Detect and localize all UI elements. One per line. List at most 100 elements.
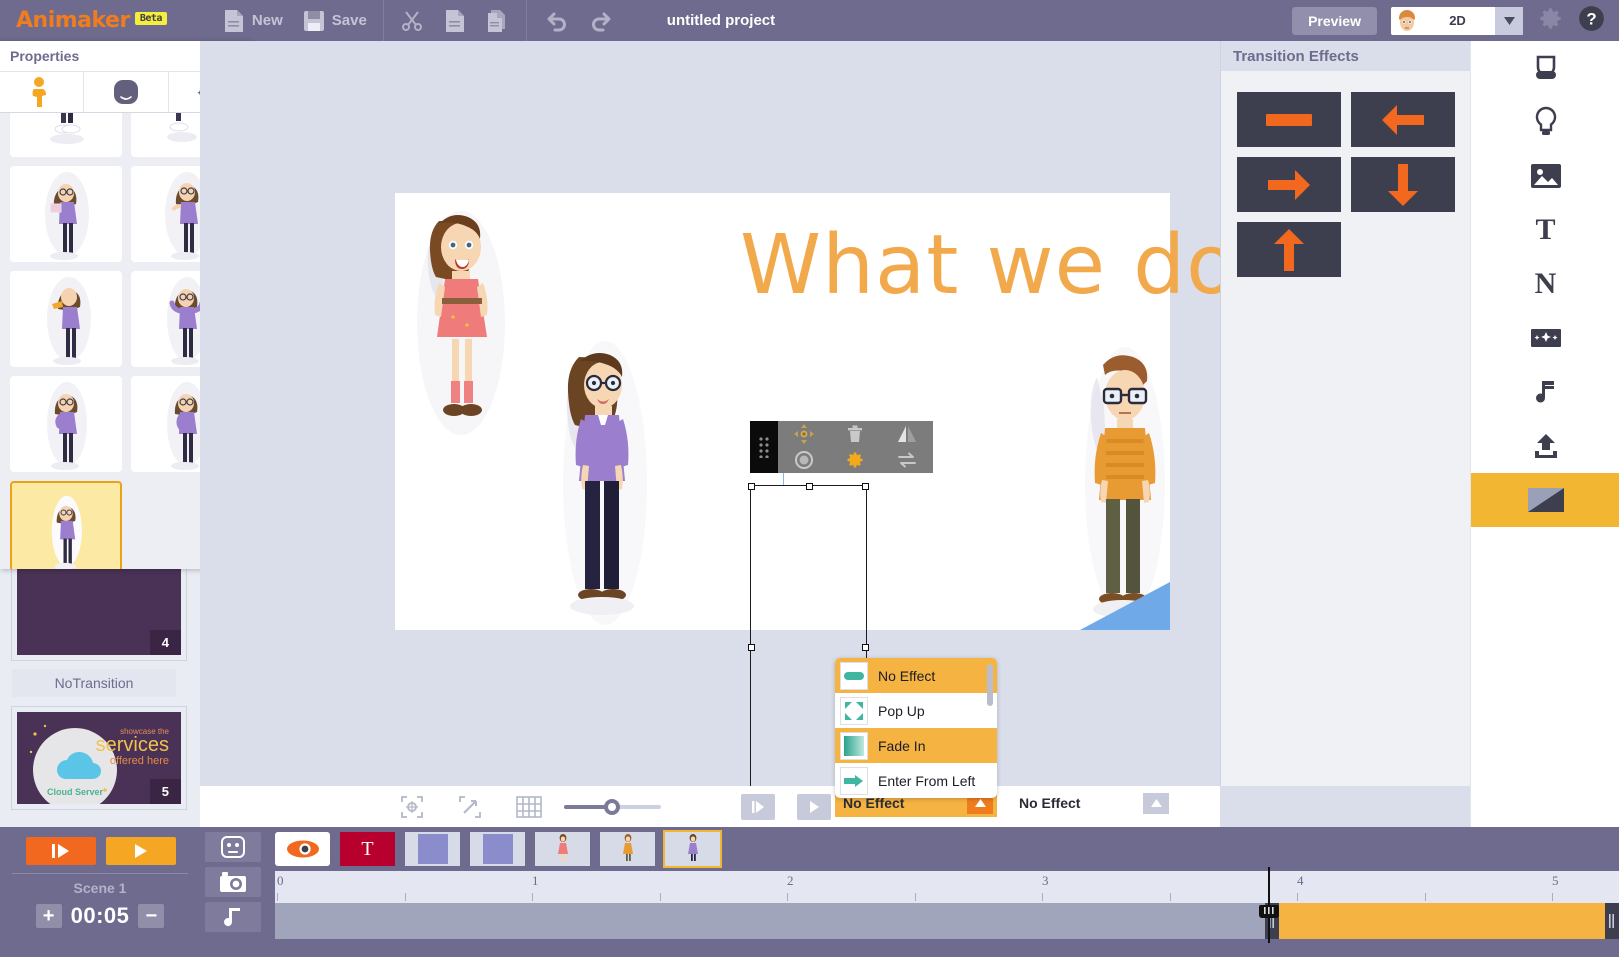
handle-tr[interactable]	[862, 483, 869, 490]
effect-dropdown-scrollbar[interactable]	[987, 664, 993, 706]
decrease-duration-button[interactable]: −	[138, 904, 164, 928]
handle-ml[interactable]	[748, 644, 755, 651]
save-button[interactable]: Save	[293, 0, 377, 41]
transition-slide-down-card[interactable]	[1351, 157, 1455, 212]
rail-music[interactable]	[1471, 365, 1619, 419]
transition-slide-up-card[interactable]	[1237, 222, 1341, 277]
move-icon[interactable]	[778, 421, 830, 447]
timeline-object-text[interactable]: T	[340, 832, 395, 866]
paste-icon	[486, 9, 510, 33]
cut-button[interactable]	[390, 0, 434, 41]
step-preview-button[interactable]	[741, 794, 775, 820]
tab-character[interactable]	[0, 72, 84, 112]
copy-button[interactable]	[434, 0, 476, 41]
character-icon-orange	[620, 834, 636, 864]
new-button[interactable]: New	[213, 0, 293, 41]
effect-option-no-effect[interactable]: No Effect	[835, 658, 997, 693]
exit-effect-select[interactable]: No Effect	[1011, 789, 1173, 817]
preview-button[interactable]: Preview	[1292, 7, 1377, 35]
pose-cell-6[interactable]	[10, 376, 122, 472]
handle-tl[interactable]	[748, 483, 755, 490]
page-title[interactable]: What we do	[740, 218, 1220, 313]
fit-to-screen-button[interactable]	[400, 795, 424, 819]
timeline-side-toggles	[200, 827, 263, 957]
pose-cell-0[interactable]	[10, 113, 122, 157]
redo-button[interactable]	[579, 0, 625, 41]
effect-option-enter-from-left[interactable]: Enter From Left	[835, 763, 997, 798]
timeline-object-shape-1[interactable]	[405, 832, 460, 866]
timeline-object-shape-2[interactable]	[470, 832, 525, 866]
rail-upload[interactable]	[1471, 419, 1619, 473]
timeline-object-char-2[interactable]	[600, 832, 655, 866]
canvas[interactable]: What we do	[395, 193, 1170, 630]
no-effect-icon	[840, 662, 868, 690]
timeline-clip[interactable]	[1265, 903, 1619, 939]
grid-button[interactable]	[516, 796, 542, 818]
record-icon[interactable]	[778, 447, 830, 473]
paste-button[interactable]	[476, 0, 520, 41]
timeline-track[interactable]	[275, 903, 1619, 939]
stars-icon	[1531, 329, 1561, 347]
camera-icon	[219, 871, 247, 893]
scene-thumbnail-4[interactable]: 4	[12, 558, 186, 660]
rail-images[interactable]	[1471, 149, 1619, 203]
rail-characters[interactable]	[1471, 41, 1619, 95]
tab-head[interactable]	[84, 72, 168, 112]
new-button-label: New	[252, 12, 283, 29]
mode-select[interactable]: 2D	[1391, 7, 1523, 35]
clip-end-handle[interactable]	[1605, 903, 1619, 939]
effect-option-label-1: Pop Up	[878, 703, 925, 719]
rail-text[interactable]: T	[1471, 203, 1619, 257]
effect-option-pop-up[interactable]: Pop Up	[835, 693, 997, 728]
playhead-line[interactable]	[1268, 867, 1270, 943]
delete-icon[interactable]	[830, 421, 882, 447]
settings-gear-icon[interactable]	[830, 447, 882, 473]
rail-transitions[interactable]	[1471, 473, 1619, 527]
undo-button[interactable]	[533, 0, 579, 41]
object-context-toolbar[interactable]	[750, 421, 933, 473]
transition-none-card[interactable]	[1237, 92, 1341, 147]
character-icon-pink	[555, 834, 571, 864]
swap-icon[interactable]	[881, 447, 933, 473]
pose-cell-2[interactable]	[10, 166, 122, 262]
timeline-object-char-3[interactable]	[665, 832, 720, 866]
playhead-handle[interactable]	[1259, 905, 1279, 918]
handle-tc[interactable]	[806, 483, 813, 490]
help-icon[interactable]: ?	[1578, 5, 1605, 37]
chevron-down-icon[interactable]	[1495, 7, 1523, 35]
character-woman-purple-top[interactable]	[547, 333, 667, 633]
effect-dropdown[interactable]: No Effect Pop Up Fade In Enter From Left	[835, 658, 997, 798]
timeline-character-toggle[interactable]	[205, 832, 261, 862]
play-preview-button[interactable]	[797, 794, 831, 820]
pose-cell-4[interactable]	[10, 271, 122, 367]
top-toolbar: AnimakerBeta New Save	[0, 0, 1619, 41]
timeline-ruler[interactable]: 0 1 2 3 4 5	[275, 871, 1619, 903]
gear-icon[interactable]	[1537, 5, 1564, 37]
rail-properties[interactable]	[1471, 95, 1619, 149]
pose-cell-8-selected[interactable]	[10, 481, 122, 569]
timeline-object-char-1[interactable]	[535, 832, 590, 866]
handle-mr[interactable]	[862, 644, 869, 651]
rail-effects[interactable]	[1471, 311, 1619, 365]
transition-slide-right-card[interactable]	[1237, 157, 1341, 212]
zoom-slider[interactable]	[564, 798, 661, 816]
timeline-object-eye[interactable]	[275, 832, 330, 866]
play-all-button[interactable]	[26, 837, 96, 865]
zoom-knob[interactable]	[604, 799, 620, 815]
project-title[interactable]: untitled project	[667, 12, 775, 29]
chevron-up-icon-2[interactable]	[1143, 793, 1169, 814]
scene-thumbnail-5[interactable]: Cloud Server showcase the services offer…	[12, 707, 186, 809]
timeline-music-toggle[interactable]	[205, 902, 261, 932]
scene-transition-label-4[interactable]: NoTransition	[12, 669, 176, 697]
expand-button[interactable]	[458, 795, 482, 819]
character-woman-pink-dress[interactable]	[409, 203, 514, 438]
timeline-camera-toggle[interactable]	[205, 867, 261, 897]
rail-numbers[interactable]: N	[1471, 257, 1619, 311]
effect-option-fade-in[interactable]: Fade In	[835, 728, 997, 763]
increase-duration-button[interactable]: +	[36, 904, 62, 928]
drag-handle-icon[interactable]	[750, 421, 778, 473]
stage-area[interactable]: What we do	[200, 41, 1220, 786]
transition-slide-left-card[interactable]	[1351, 92, 1455, 147]
flip-icon[interactable]	[881, 421, 933, 447]
play-scene-button[interactable]	[106, 837, 176, 865]
